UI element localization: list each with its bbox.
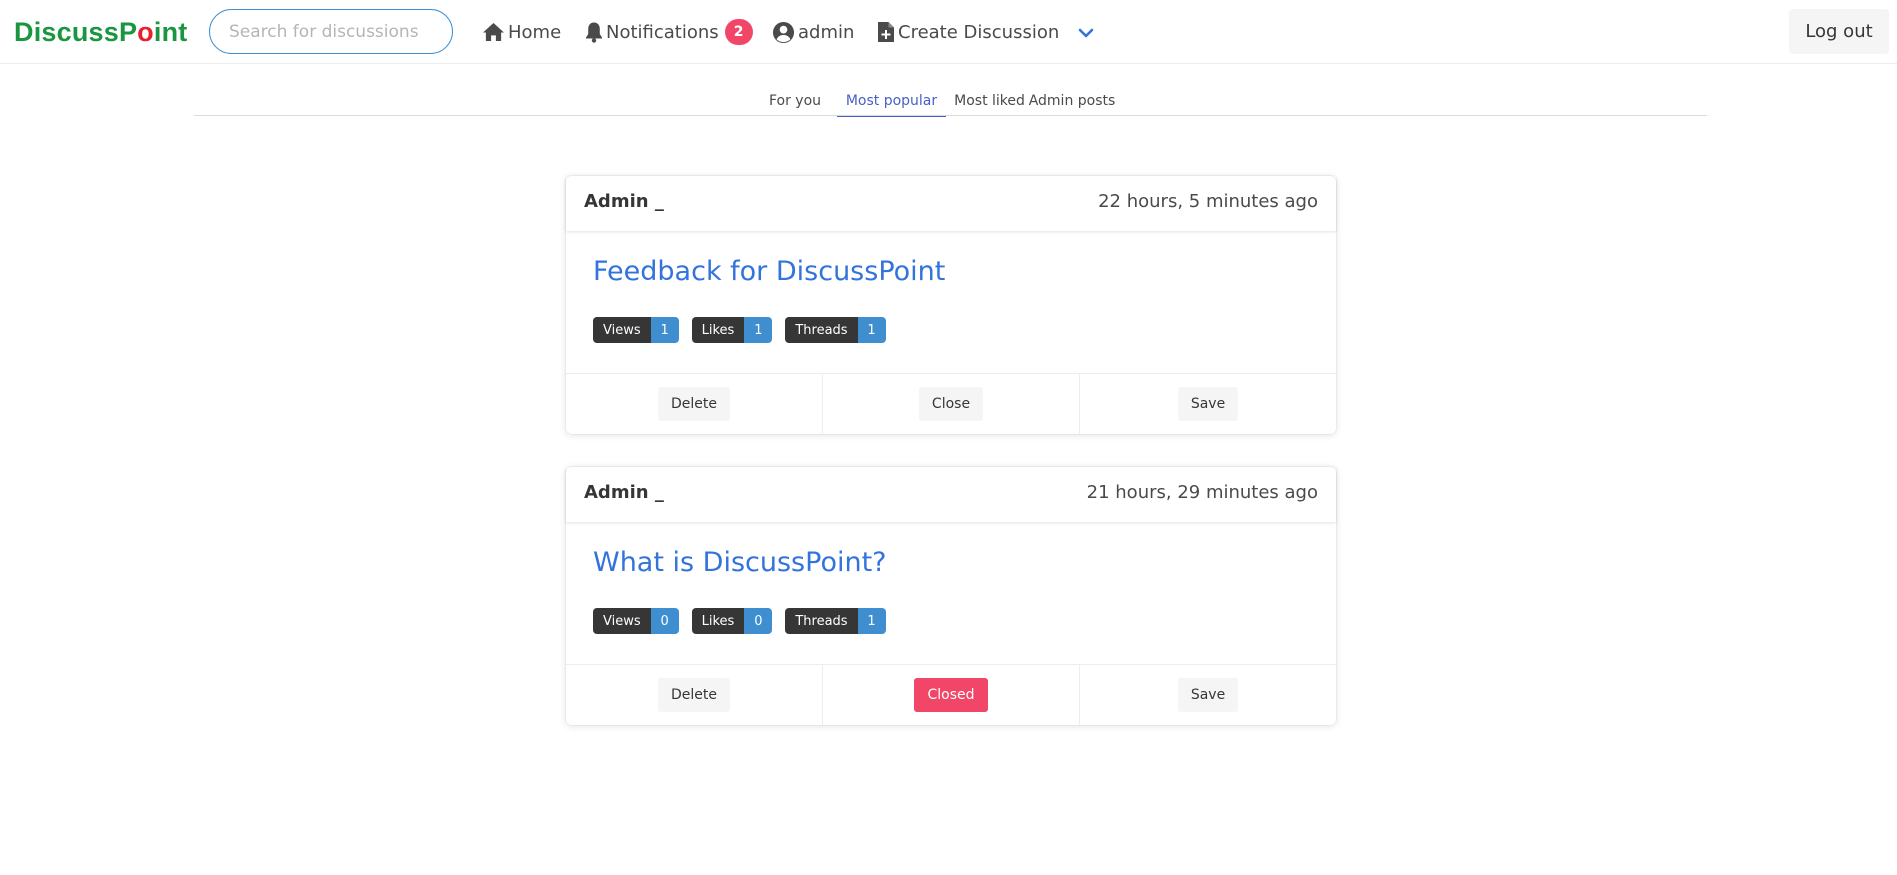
threads-count: 1 [857,317,886,343]
likes-label: Likes [691,317,745,343]
footer-item-save: Save [1080,374,1336,434]
search-input[interactable] [209,9,453,54]
nav-create-label: Create Discussion [898,21,1060,43]
threads-label: Threads [785,317,858,343]
post-title-link[interactable]: What is DiscussPoint? [593,547,887,578]
post-card: Admin _ 21 hours, 29 minutes ago What is… [566,467,1336,725]
nav-user-label: admin [798,21,855,43]
navbar: DiscussPoint Home Notifications 2 admin … [0,0,1897,64]
nav-home-label: Home [508,21,562,43]
post-card-footer: Delete Closed Save [566,664,1336,725]
brand-part-1: DiscussP [14,17,138,47]
nav-home[interactable]: Home [482,18,561,46]
footer-item-close: Close [823,374,1080,434]
likes-count: 0 [744,608,773,634]
footer-item-delete: Delete [566,665,823,725]
views-tag: Views 1 [593,317,679,343]
views-count: 0 [650,608,679,634]
footer-item-close: Closed [823,665,1080,725]
closed-button[interactable]: Closed [914,678,988,712]
notification-count-badge: 2 [724,19,753,45]
logout-button[interactable]: Log out [1789,9,1889,54]
views-tag: Views 0 [593,608,679,634]
delete-button[interactable]: Delete [658,387,730,421]
post-author[interactable]: Admin _ [584,191,664,212]
post-card-footer: Delete Close Save [566,373,1336,434]
post-stats: Views 1 Likes 1 Threads 1 [593,317,899,343]
feed-tabs: For you Most popular Most liked Admin po… [194,86,1707,117]
post-title-link[interactable]: Feedback for DiscussPoint [593,256,945,287]
tab-most-liked[interactable]: Most liked [954,86,1025,116]
post-card: Admin _ 22 hours, 5 minutes ago Feedback… [566,176,1336,434]
brand-part-2: o [137,17,154,47]
post-timestamp: 22 hours, 5 minutes ago [1098,191,1318,212]
threads-label: Threads [785,608,858,634]
post-card-header: Admin _ 22 hours, 5 minutes ago [566,176,1336,231]
nav-notifications-label: Notifications [606,21,719,43]
brand-logo[interactable]: DiscussPoint [14,14,187,50]
threads-count: 1 [857,608,886,634]
post-timestamp: 21 hours, 29 minutes ago [1086,482,1318,503]
nav-notifications[interactable]: Notifications 2 [585,18,753,46]
close-button[interactable]: Close [918,387,984,421]
nav-create-discussion[interactable]: Create Discussion [877,18,1059,46]
file-plus-icon [877,21,895,43]
likes-label: Likes [691,608,745,634]
save-button[interactable]: Save [1177,387,1239,421]
tab-for-you[interactable]: For you [769,86,821,116]
footer-item-delete: Delete [566,374,823,434]
likes-tag: Likes 0 [691,608,773,634]
likes-count: 1 [744,317,773,343]
views-count: 1 [650,317,679,343]
nav-user[interactable]: admin [772,18,854,46]
views-label: Views [593,317,651,343]
bell-icon [585,21,603,43]
delete-button[interactable]: Delete [658,678,730,712]
post-card-body: What is DiscussPoint? Views 0 Likes 0 Thre… [566,522,1336,664]
brand-part-3: int [153,17,188,47]
footer-item-save: Save [1080,665,1336,725]
chevron-down-icon[interactable] [1077,22,1095,48]
threads-tag: Threads 1 [785,317,886,343]
tab-most-popular[interactable]: Most popular [837,86,946,117]
post-card-body: Feedback for DiscussPoint Views 1 Likes 1 … [566,231,1336,373]
user-circle-icon [772,21,795,44]
home-icon [482,22,505,42]
post-stats: Views 0 Likes 0 Threads 1 [593,608,899,634]
post-card-header: Admin _ 21 hours, 29 minutes ago [566,467,1336,522]
threads-tag: Threads 1 [785,608,886,634]
post-author[interactable]: Admin _ [584,482,664,503]
views-label: Views [593,608,651,634]
likes-tag: Likes 1 [691,317,773,343]
tab-admin-posts[interactable]: Admin posts [1029,86,1116,116]
save-button[interactable]: Save [1177,678,1239,712]
